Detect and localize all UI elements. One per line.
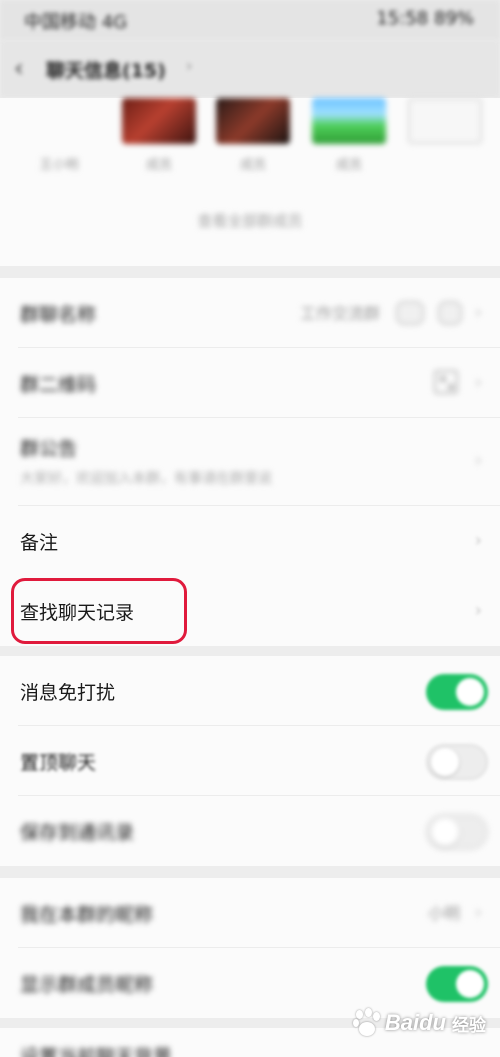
watermark-suffix: 经验 [452,1015,486,1035]
plus-icon [408,98,482,144]
row-mute-notifications[interactable]: 消息免打扰 [0,656,500,726]
row-label: 群公告 [20,438,78,460]
members-section: 王小明 成员 成员 成员 查看全部群成员 [0,98,500,266]
row-label: 我在本群的昵称 [20,904,154,926]
qr-code-icon [434,370,458,394]
baidu-watermark: Baidu 经验 [352,1003,486,1043]
view-all-members-link[interactable]: 查看全部群成员 [0,210,500,231]
back-arrow-icon[interactable]: ‹ [14,54,24,82]
watermark-brand: Baidu [384,1010,446,1035]
settings-group-info: 群聊名称 工作交流群 › 群二维码 › 群公告 大家好，欢迎加入本群，有事请在群… [0,278,500,576]
row-label: 显示群成员昵称 [20,974,154,996]
toggle-knob [431,818,459,846]
row-remark[interactable]: 备注 › [0,506,500,576]
chevron-right-icon: › [474,372,482,393]
row-my-nickname[interactable]: 我在本群的昵称 小明 › [0,878,500,948]
member-avatar [22,98,96,144]
row-value: 小明 [427,904,460,923]
member-name: 王小明 [39,158,79,173]
row-label: 设置当前聊天背景 [20,1046,173,1057]
carrier-status: 中国移动 4G [24,12,128,33]
row-group-qrcode[interactable]: 群二维码 › [0,348,500,418]
tag-icon [438,301,462,325]
row-save-to-contacts[interactable]: 保存到通讯录 [0,796,500,866]
row-group-notice[interactable]: 群公告 大家好，欢迎加入本群，有事请在群里说 › [0,418,500,506]
chat-info-page: 中国移动 4G 15:58 89% ‹ 聊天信息(15) › 王小明 成员 成员… [0,0,500,1057]
row-label: 保存到通讯录 [20,822,135,844]
settings-group-toggles: 消息免打扰 置顶聊天 保存到通讯录 [0,656,500,866]
edit-icon [396,301,424,325]
notice-preview: 大家好，欢迎加入本群，有事请在群里说 [20,471,272,487]
row-pin-chat[interactable]: 置顶聊天 [0,726,500,796]
member-avatar [312,98,386,144]
row-label: 备注 [20,532,59,554]
member-avatar [216,98,290,144]
toggle-knob [456,678,484,706]
add-member-button[interactable] [408,98,482,144]
time-battery-status: 15:58 89% [376,8,474,29]
chevron-right-icon: › [474,600,482,621]
row-label: 群二维码 [20,374,97,396]
row-group-name[interactable]: 群聊名称 工作交流群 › [0,278,500,348]
status-bar: 中国移动 4G 15:58 89% [0,0,500,40]
member-name: 成员 [335,158,362,173]
row-label: 群聊名称 [20,304,97,326]
member-item[interactable]: 成员 [312,98,386,173]
member-name: 成员 [239,158,266,173]
baidu-paw-icon [352,1008,381,1038]
nav-bar: ‹ 聊天信息(15) › [0,40,500,98]
row-value: 工作交流群 [299,304,380,323]
chevron-right-icon: › [474,530,482,551]
chevron-right-icon: › [186,56,193,75]
member-first[interactable]: 王小明 [22,98,96,173]
highlight-annotation [11,578,187,644]
chevron-right-icon: › [474,902,482,923]
toggle-knob [431,748,459,776]
settings-group-nickname: 我在本群的昵称 小明 › 显示群成员昵称 [0,878,500,1018]
member-avatar [122,98,196,144]
chevron-right-icon: › [474,450,482,471]
mute-toggle[interactable] [426,674,488,710]
member-item[interactable]: 成员 [122,98,196,173]
show-nicknames-toggle[interactable] [426,966,488,1002]
pin-toggle[interactable] [426,744,488,780]
row-label: 消息免打扰 [20,682,116,704]
member-name: 成员 [145,158,172,173]
toggle-knob [456,970,484,998]
save-contacts-toggle[interactable] [426,814,488,850]
page-title: 聊天信息(15) [46,60,166,82]
row-label: 置顶聊天 [20,752,97,774]
member-item[interactable]: 成员 [216,98,290,173]
chevron-right-icon: › [474,302,482,323]
